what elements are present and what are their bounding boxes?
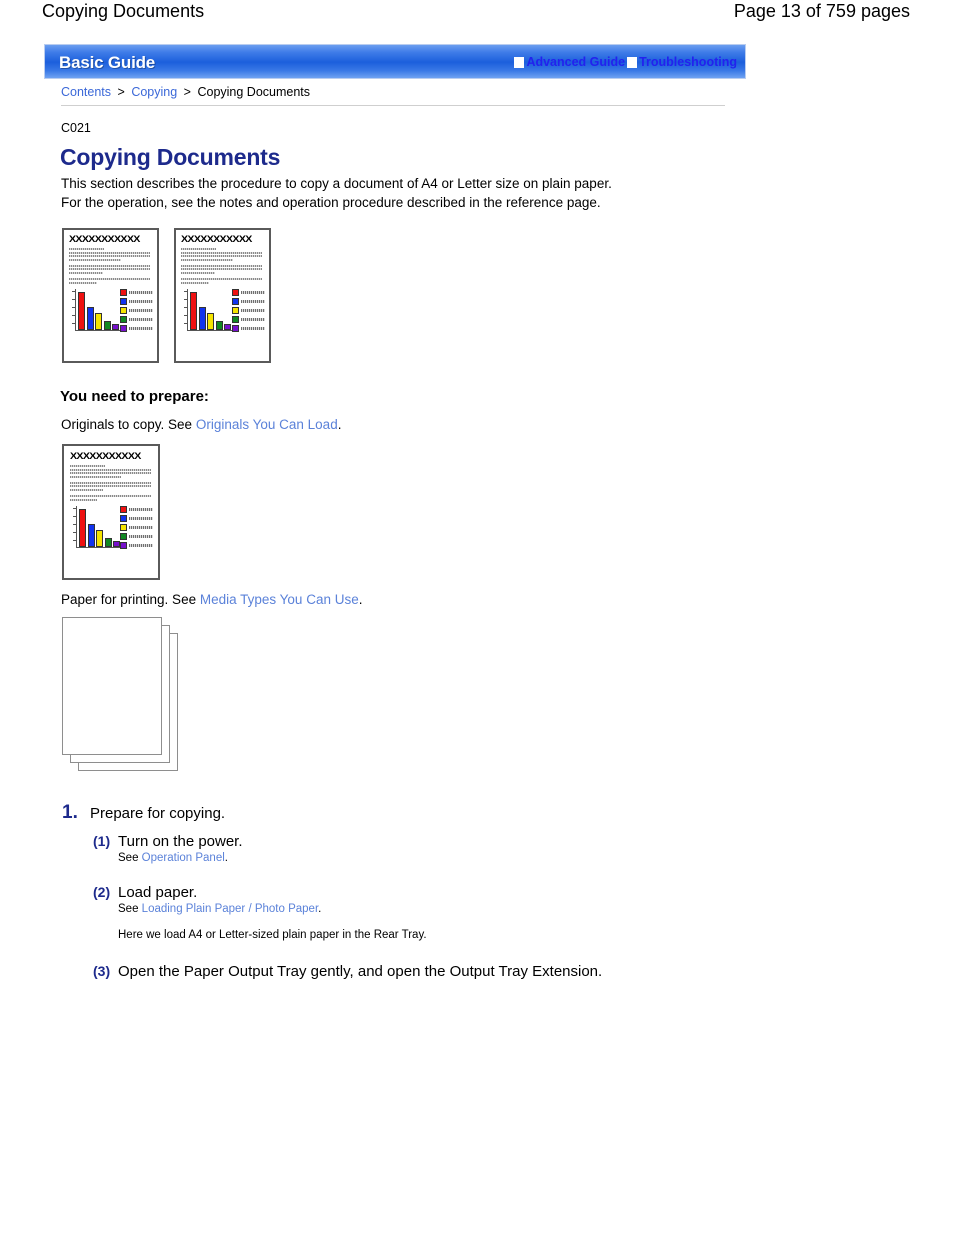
breadcrumb-item-copying[interactable]: Copying (131, 85, 177, 99)
step-1: 1. Prepare for copying. (62, 802, 762, 824)
paper-sheet (62, 617, 162, 755)
intro-line-1: This section describes the procedure to … (61, 176, 612, 191)
breadcrumb-separator: > (117, 85, 125, 99)
substep-2: (2) Load paper. See Loading Plain Paper … (93, 884, 762, 941)
intro-line-2: For the operation, see the notes and ope… (61, 195, 601, 210)
page-number-indicator: Page 13 of 759 pages (733, 1, 910, 21)
breadcrumb: Contents > Copying > Copying Documents (61, 85, 310, 99)
thumbnail-paragraph (70, 494, 153, 501)
thumbnail-paragraph (70, 465, 153, 478)
white-square-icon (627, 56, 638, 68)
page-title: Copying Documents (60, 144, 281, 170)
prepare-heading: You need to prepare: (60, 388, 209, 405)
thumbnail-chart-bars (79, 508, 120, 547)
thumbnail-chart-legend (120, 288, 153, 333)
guide-bar: Basic Guide Advanced Guide Troubleshooti… (44, 44, 746, 79)
thumbnail-doc-title: XXXXXXXXXXX (70, 451, 141, 462)
advanced-guide-label: Advanced Guide (526, 55, 626, 69)
page-header: Copying Documents Page 13 of 759 pages (0, 0, 954, 36)
breadcrumb-item-contents[interactable]: Contents (61, 85, 111, 99)
substep-2-number: (2) (93, 884, 111, 900)
substep-2-note: See Loading Plain Paper / Photo Paper. (118, 903, 762, 915)
thumbnail-chart-legend (232, 288, 265, 333)
thumbnail-paragraph (181, 277, 265, 284)
thumbnail-bar-chart (70, 505, 153, 551)
intro-paragraph: This section describes the procedure to … (61, 174, 612, 212)
media-types-you-can-use-link[interactable]: Media Types You Can Use (200, 592, 359, 607)
thumbnail-doc-title: XXXXXXXXXXX (181, 234, 252, 245)
thumbnail-bar-chart (181, 288, 265, 334)
white-square-icon (514, 56, 525, 68)
substep-2-extra-note: Here we load A4 or Letter-sized plain pa… (118, 929, 427, 941)
thumbnail-paragraph (181, 248, 265, 261)
page-header-title: Copying Documents (42, 1, 205, 21)
substep-2-note-before: See (118, 903, 139, 915)
loading-plain-paper-link[interactable]: Loading Plain Paper / Photo Paper (142, 903, 318, 915)
paper-stack-illustration (62, 617, 182, 773)
troubleshooting-label: Troubleshooting (639, 55, 737, 69)
thumbnail-chart-legend (120, 505, 153, 550)
document-thumbnail-copy: XXXXXXXXXXX (174, 228, 271, 363)
paper-text-after: . (358, 592, 363, 607)
troubleshooting-link[interactable]: Troubleshooting (627, 55, 737, 69)
originals-you-can-load-link[interactable]: Originals You Can Load (196, 417, 338, 432)
substep-3-text: Open the Paper Output Tray gently, and o… (118, 963, 603, 980)
thumbnail-doc-title: XXXXXXXXXXX (69, 234, 140, 245)
thumbnail-paragraph (69, 264, 153, 274)
paper-text-before: Paper for printing. See (61, 592, 197, 607)
thumbnail-bar-chart (69, 288, 153, 334)
substep-1-number: (1) (93, 833, 111, 849)
thumbnail-chart-bars (190, 291, 231, 330)
substep-3-number: (3) (93, 963, 111, 979)
substep-1-note: See Operation Panel. (118, 852, 762, 864)
operation-panel-link[interactable]: Operation Panel (142, 852, 225, 864)
substep-1-note-before: See (118, 852, 139, 864)
thumbnail-paragraph (181, 264, 265, 274)
thumbnail-paragraph (69, 277, 153, 284)
thumbnail-chart-bars (78, 291, 119, 330)
paper-requirement-line: Paper for printing. See Media Types You … (61, 592, 362, 607)
substep-3: (3) Open the Paper Output Tray gently, a… (93, 963, 762, 980)
guide-bar-links: Advanced Guide Troubleshooting (514, 55, 737, 69)
substep-2-note-after: . (318, 903, 322, 915)
document-number: C021 (61, 121, 91, 135)
substep-1-text: Turn on the power. (118, 833, 243, 850)
step-1-text: Prepare for copying. (90, 805, 226, 822)
thumbnail-paragraph (70, 481, 153, 491)
breadcrumb-divider (61, 105, 725, 106)
originals-thumbnail: XXXXXXXXXXX (62, 444, 160, 580)
originals-text-after: . (337, 417, 342, 432)
substep-2-text: Load paper. (118, 884, 198, 901)
document-thumbnail-row: XXXXXXXXXXX XXXXXXXXXXX (62, 228, 271, 363)
thumbnail-paragraph (69, 248, 153, 261)
substep-1: (1) Turn on the power. See Operation Pan… (93, 833, 762, 864)
substep-1-note-after: . (224, 852, 228, 864)
document-thumbnail-original: XXXXXXXXXXX (62, 228, 159, 363)
advanced-guide-link[interactable]: Advanced Guide (514, 55, 625, 69)
originals-text-before: Originals to copy. See (61, 417, 193, 432)
breadcrumb-item-current: Copying Documents (197, 85, 311, 99)
basic-guide-brand: Basic Guide (59, 53, 156, 72)
step-1-number: 1. (62, 802, 78, 823)
procedure-steps: 1. Prepare for copying. (1) Turn on the … (62, 802, 762, 982)
originals-requirement-line: Originals to copy. See Originals You Can… (61, 417, 341, 432)
breadcrumb-separator: > (183, 85, 191, 99)
